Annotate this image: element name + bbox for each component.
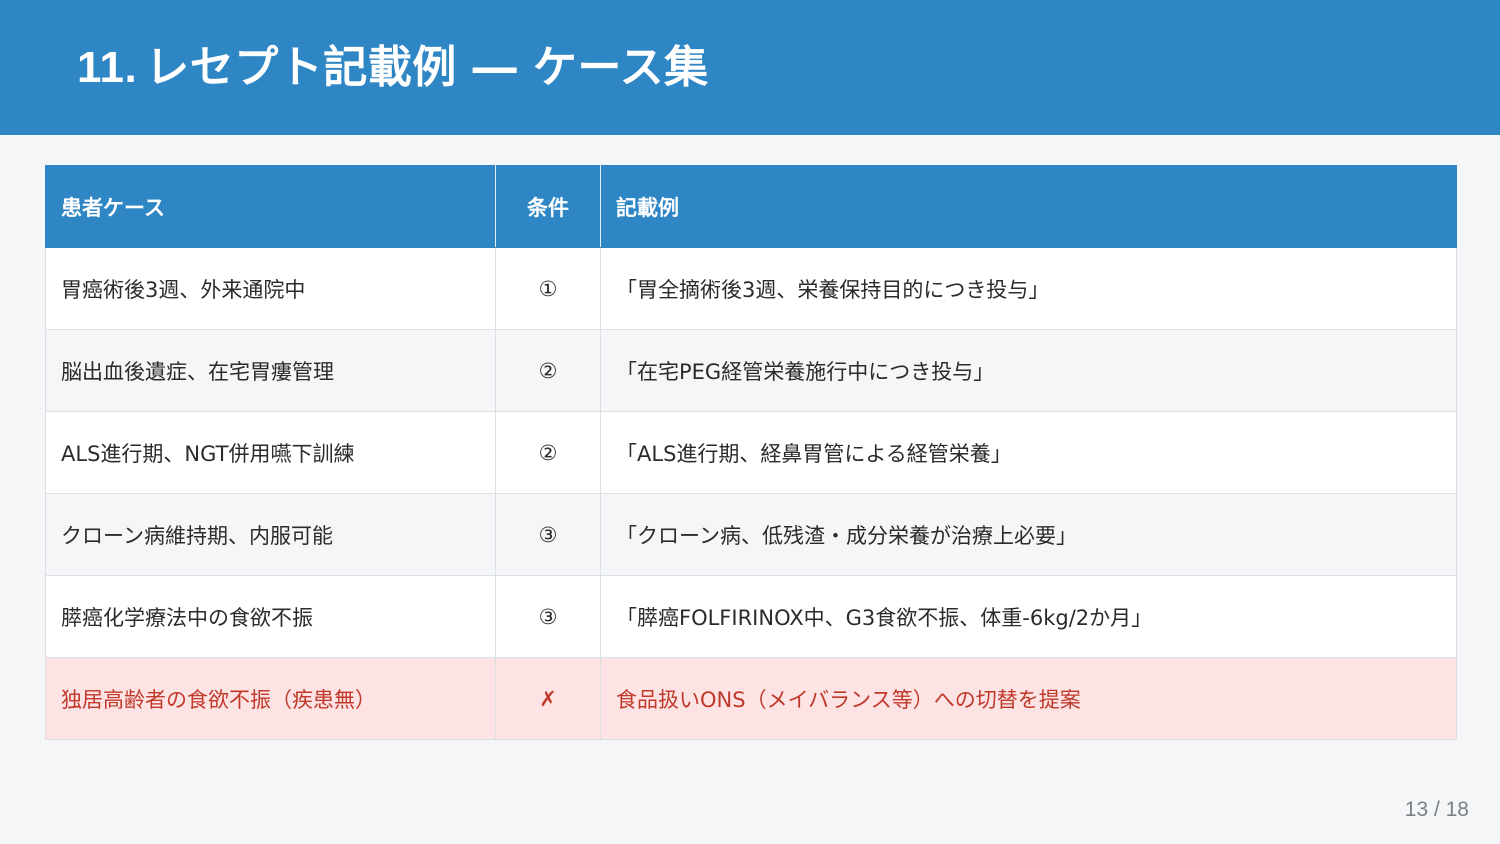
example-cell: 「クローン病、低残渣・成分栄養が治療上必要」 xyxy=(600,493,1457,576)
condition-cell: ② xyxy=(495,329,601,412)
slide-title-text: レセプト記載例 ― ケース集 xyxy=(145,42,709,93)
example-cell: 「在宅PEG経管栄養施行中につき投与」 xyxy=(600,329,1457,412)
example-cell: 「胃全摘術後3週、栄養保持目的につき投与」 xyxy=(600,247,1457,330)
slide-title: 11. レセプト記載例 ― ケース集 xyxy=(77,38,709,98)
case-cell: 胃癌術後3週、外来通院中 xyxy=(45,247,496,330)
condition-cell: ② xyxy=(495,411,601,494)
table-row: クローン病維持期、内服可能 ③ 「クローン病、低残渣・成分栄養が治療上必要」 xyxy=(45,493,1457,576)
condition-cell: ③ xyxy=(495,575,601,658)
table-row: 胃癌術後3週、外来通院中 ① 「胃全摘術後3週、栄養保持目的につき投与」 xyxy=(45,247,1457,330)
slide-header: 11. レセプト記載例 ― ケース集 xyxy=(0,0,1500,135)
table-header-row: 患者ケース 条件 記載例 xyxy=(45,165,1457,248)
condition-cell: ✗ xyxy=(495,657,601,740)
condition-cell: ① xyxy=(495,247,601,330)
condition-cell: ③ xyxy=(495,493,601,576)
column-header-case: 患者ケース xyxy=(45,165,496,248)
page-indicator: 13 / 18 xyxy=(1404,798,1469,821)
column-header-example: 記載例 xyxy=(600,165,1457,248)
example-cell: 食品扱いONS（メイバランス等）への切替を提案 xyxy=(600,657,1457,740)
table-row-warning: 独居高齢者の食欲不振（疾患無） ✗ 食品扱いONS（メイバランス等）への切替を提… xyxy=(45,657,1457,740)
table-row: ALS進行期、NGT併用嚥下訓練 ② 「ALS進行期、経鼻胃管による経管栄養」 xyxy=(45,411,1457,494)
case-cell: クローン病維持期、内服可能 xyxy=(45,493,496,576)
case-cell: 脳出血後遺症、在宅胃瘻管理 xyxy=(45,329,496,412)
table-row: 膵癌化学療法中の食欲不振 ③ 「膵癌FOLFIRINOX中、G3食欲不振、体重-… xyxy=(45,575,1457,658)
slide-number: 11. xyxy=(77,43,138,92)
case-cell: 独居高齢者の食欲不振（疾患無） xyxy=(45,657,496,740)
case-cell: ALS進行期、NGT併用嚥下訓練 xyxy=(45,411,496,494)
case-table: 患者ケース 条件 記載例 胃癌術後3週、外来通院中 ① 「胃全摘術後3週、栄養保… xyxy=(45,165,1457,740)
example-cell: 「膵癌FOLFIRINOX中、G3食欲不振、体重-6kg/2か月」 xyxy=(600,575,1457,658)
case-cell: 膵癌化学療法中の食欲不振 xyxy=(45,575,496,658)
table-row: 脳出血後遺症、在宅胃瘻管理 ② 「在宅PEG経管栄養施行中につき投与」 xyxy=(45,329,1457,412)
example-cell: 「ALS進行期、経鼻胃管による経管栄養」 xyxy=(600,411,1457,494)
column-header-condition: 条件 xyxy=(495,165,601,248)
